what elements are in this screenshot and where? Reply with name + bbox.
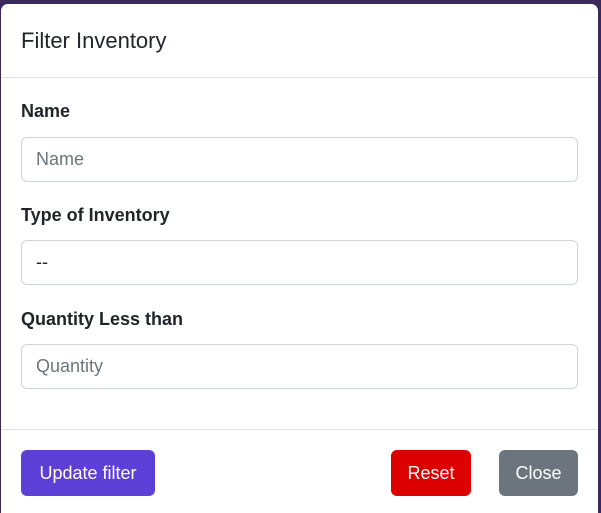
modal-header: Filter Inventory bbox=[1, 4, 598, 78]
quantity-label: Quantity Less than bbox=[21, 309, 184, 329]
modal-footer: Update filter Reset Close bbox=[1, 429, 598, 513]
modal-title: Filter Inventory bbox=[21, 28, 167, 53]
filter-inventory-modal: Filter Inventory Name Type of Inventory … bbox=[1, 4, 598, 513]
type-label: Type of Inventory bbox=[21, 205, 170, 225]
reset-button[interactable]: Reset bbox=[391, 450, 471, 496]
type-select[interactable]: -- bbox=[21, 240, 578, 285]
update-filter-button[interactable]: Update filter bbox=[21, 450, 155, 496]
close-button[interactable]: Close bbox=[499, 450, 578, 496]
name-input[interactable] bbox=[21, 137, 578, 182]
name-label: Name bbox=[21, 101, 71, 121]
quantity-input[interactable] bbox=[21, 344, 578, 389]
type-select-value: -- bbox=[36, 252, 48, 272]
